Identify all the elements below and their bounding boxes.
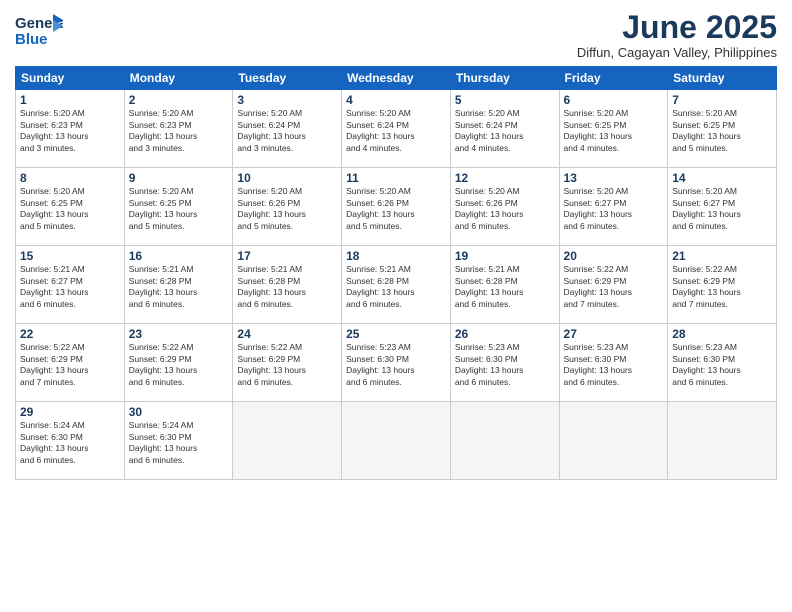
day-2: 2 Sunrise: 5:20 AMSunset: 6:23 PMDayligh… [124, 90, 233, 168]
weekday-tuesday: Tuesday [233, 67, 342, 90]
weekday-wednesday: Wednesday [342, 67, 451, 90]
day-19: 19 Sunrise: 5:21 AMSunset: 6:28 PMDaylig… [450, 246, 559, 324]
calendar-table: Sunday Monday Tuesday Wednesday Thursday… [15, 66, 777, 480]
day-14: 14 Sunrise: 5:20 AMSunset: 6:27 PMDaylig… [668, 168, 777, 246]
day-27: 27 Sunrise: 5:23 AMSunset: 6:30 PMDaylig… [559, 324, 668, 402]
table-row: 29 Sunrise: 5:24 AMSunset: 6:30 PMDaylig… [16, 402, 777, 480]
page: General Blue June 2025 Diffun, Cagayan V… [0, 0, 792, 612]
day-30: 30 Sunrise: 5:24 AMSunset: 6:30 PMDaylig… [124, 402, 233, 480]
day-1: 1 Sunrise: 5:20 AMSunset: 6:23 PMDayligh… [16, 90, 125, 168]
header: General Blue June 2025 Diffun, Cagayan V… [15, 10, 777, 60]
day-20: 20 Sunrise: 5:22 AMSunset: 6:29 PMDaylig… [559, 246, 668, 324]
day-9: 9 Sunrise: 5:20 AMSunset: 6:25 PMDayligh… [124, 168, 233, 246]
day-11: 11 Sunrise: 5:20 AMSunset: 6:26 PMDaylig… [342, 168, 451, 246]
svg-text:Blue: Blue [15, 31, 48, 48]
table-row: 22 Sunrise: 5:22 AMSunset: 6:29 PMDaylig… [16, 324, 777, 402]
logo: General Blue [15, 10, 65, 52]
table-row: 1 Sunrise: 5:20 AMSunset: 6:23 PMDayligh… [16, 90, 777, 168]
day-25: 25 Sunrise: 5:23 AMSunset: 6:30 PMDaylig… [342, 324, 451, 402]
day-5: 5 Sunrise: 5:20 AMSunset: 6:24 PMDayligh… [450, 90, 559, 168]
table-row: 15 Sunrise: 5:21 AMSunset: 6:27 PMDaylig… [16, 246, 777, 324]
weekday-friday: Friday [559, 67, 668, 90]
day-4: 4 Sunrise: 5:20 AMSunset: 6:24 PMDayligh… [342, 90, 451, 168]
logo-icon: General Blue [15, 10, 63, 52]
day-7: 7 Sunrise: 5:20 AMSunset: 6:25 PMDayligh… [668, 90, 777, 168]
empty-cell [233, 402, 342, 480]
day-18: 18 Sunrise: 5:21 AMSunset: 6:28 PMDaylig… [342, 246, 451, 324]
weekday-monday: Monday [124, 67, 233, 90]
day-24: 24 Sunrise: 5:22 AMSunset: 6:29 PMDaylig… [233, 324, 342, 402]
day-3: 3 Sunrise: 5:20 AMSunset: 6:24 PMDayligh… [233, 90, 342, 168]
day-13: 13 Sunrise: 5:20 AMSunset: 6:27 PMDaylig… [559, 168, 668, 246]
weekday-sunday: Sunday [16, 67, 125, 90]
day-26: 26 Sunrise: 5:23 AMSunset: 6:30 PMDaylig… [450, 324, 559, 402]
empty-cell [668, 402, 777, 480]
day-29: 29 Sunrise: 5:24 AMSunset: 6:30 PMDaylig… [16, 402, 125, 480]
empty-cell [450, 402, 559, 480]
day-17: 17 Sunrise: 5:21 AMSunset: 6:28 PMDaylig… [233, 246, 342, 324]
day-21: 21 Sunrise: 5:22 AMSunset: 6:29 PMDaylig… [668, 246, 777, 324]
day-22: 22 Sunrise: 5:22 AMSunset: 6:29 PMDaylig… [16, 324, 125, 402]
day-15: 15 Sunrise: 5:21 AMSunset: 6:27 PMDaylig… [16, 246, 125, 324]
day-8: 8 Sunrise: 5:20 AMSunset: 6:25 PMDayligh… [16, 168, 125, 246]
right-header: June 2025 Diffun, Cagayan Valley, Philip… [577, 10, 777, 60]
day-16: 16 Sunrise: 5:21 AMSunset: 6:28 PMDaylig… [124, 246, 233, 324]
weekday-thursday: Thursday [450, 67, 559, 90]
location: Diffun, Cagayan Valley, Philippines [577, 45, 777, 60]
day-10: 10 Sunrise: 5:20 AMSunset: 6:26 PMDaylig… [233, 168, 342, 246]
day-12: 12 Sunrise: 5:20 AMSunset: 6:26 PMDaylig… [450, 168, 559, 246]
day-28: 28 Sunrise: 5:23 AMSunset: 6:30 PMDaylig… [668, 324, 777, 402]
day-23: 23 Sunrise: 5:22 AMSunset: 6:29 PMDaylig… [124, 324, 233, 402]
weekday-saturday: Saturday [668, 67, 777, 90]
month-year: June 2025 [577, 10, 777, 45]
day-6: 6 Sunrise: 5:20 AMSunset: 6:25 PMDayligh… [559, 90, 668, 168]
empty-cell [342, 402, 451, 480]
table-row: 8 Sunrise: 5:20 AMSunset: 6:25 PMDayligh… [16, 168, 777, 246]
empty-cell [559, 402, 668, 480]
